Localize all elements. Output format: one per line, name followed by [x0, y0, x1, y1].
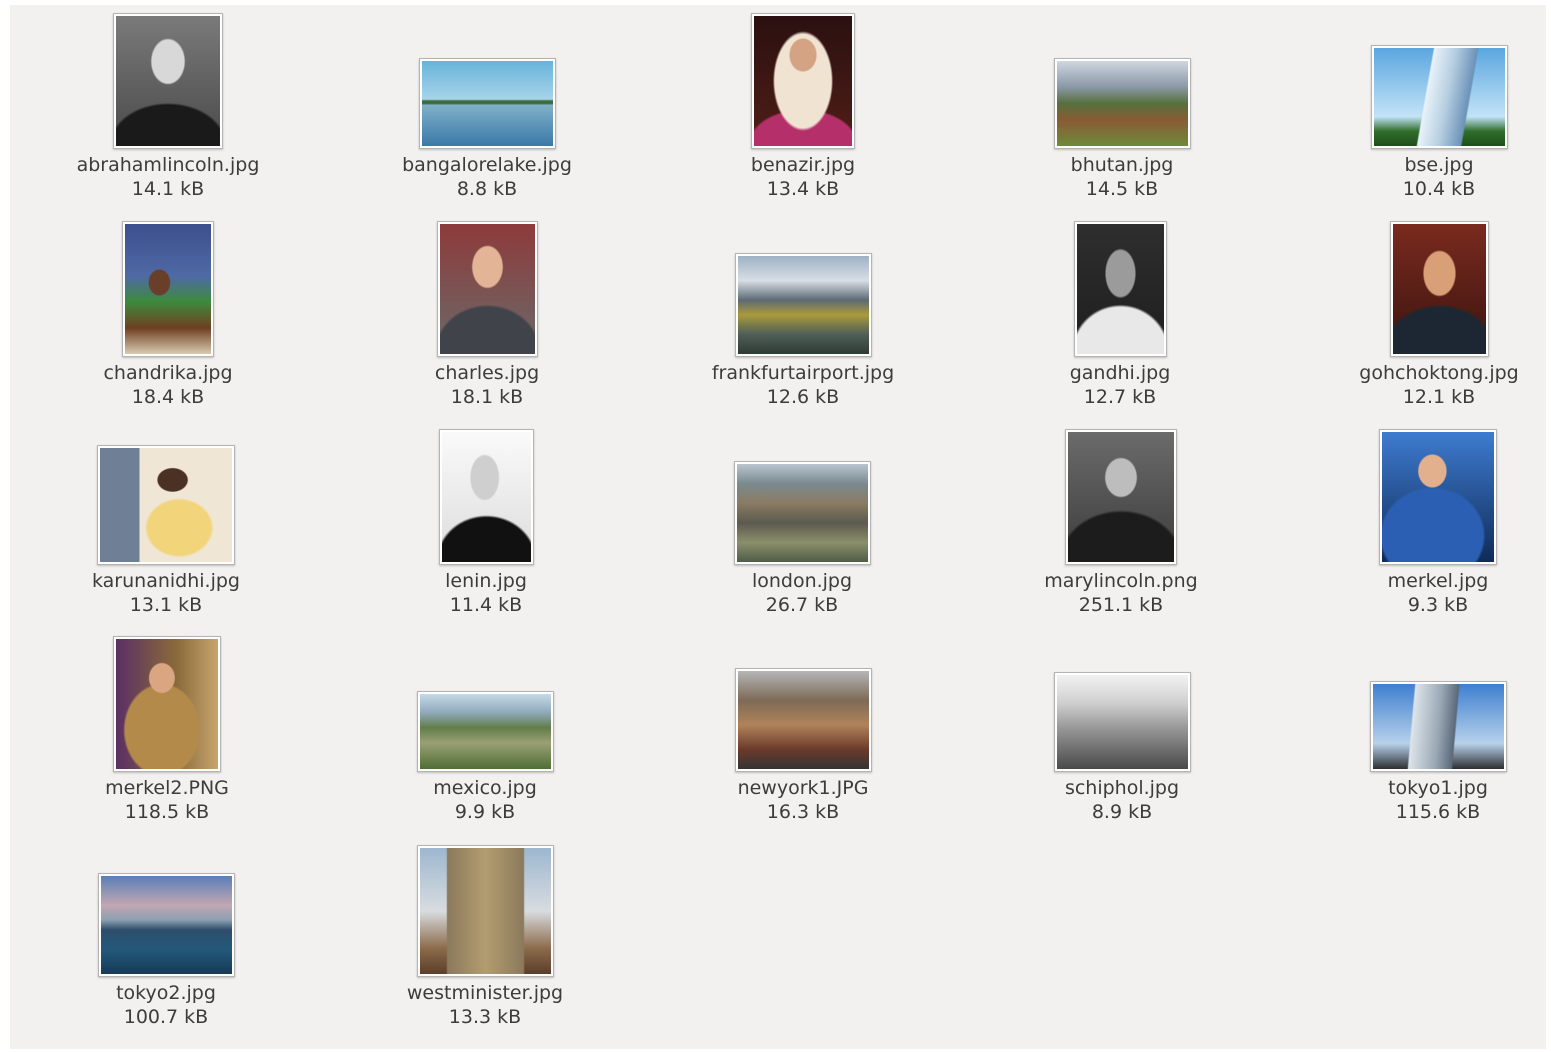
file-item[interactable]: charles.jpg 18.1 kB	[357, 221, 617, 410]
file-item[interactable]: benazir.jpg 13.4 kB	[673, 13, 933, 202]
image-thumbnail-icon	[113, 636, 221, 772]
file-size: 100.7 kB	[123, 1006, 209, 1028]
file-name: tokyo1.jpg	[1388, 777, 1488, 799]
file-size: 18.4 kB	[131, 386, 205, 408]
file-item[interactable]: newyork1.JPG 16.3 kB	[673, 668, 933, 825]
file-name: karunanidhi.jpg	[92, 570, 240, 592]
file-size: 13.4 kB	[766, 178, 840, 200]
file-size: 251.1 kB	[1078, 594, 1164, 616]
file-size: 12.6 kB	[766, 386, 840, 408]
file-name: bse.jpg	[1404, 154, 1474, 176]
file-size: 18.1 kB	[450, 386, 524, 408]
file-item[interactable]: mexico.jpg 9.9 kB	[355, 691, 615, 825]
file-name: lenin.jpg	[445, 570, 527, 592]
image-thumbnail-icon	[113, 13, 223, 149]
file-name: frankfurtairport.jpg	[711, 362, 895, 384]
file-item[interactable]: abrahamlincoln.jpg 14.1 kB	[38, 13, 298, 202]
file-size: 9.3 kB	[1407, 594, 1469, 616]
file-size: 8.8 kB	[456, 178, 518, 200]
image-thumbnail-icon	[1053, 672, 1191, 772]
file-name: abrahamlincoln.jpg	[76, 154, 260, 176]
file-item[interactable]: lenin.jpg 11.4 kB	[356, 429, 616, 618]
file-name: bangalorelake.jpg	[402, 154, 572, 176]
file-size: 16.3 kB	[766, 801, 840, 823]
image-thumbnail-icon	[418, 58, 556, 149]
file-name: merkel2.PNG	[105, 777, 229, 799]
file-name: gohchoktong.jpg	[1359, 362, 1519, 384]
file-item[interactable]: marylincoln.png 251.1 kB	[991, 429, 1251, 618]
file-item[interactable]: gandhi.jpg 12.7 kB	[990, 221, 1250, 410]
image-thumbnail-icon	[97, 873, 235, 977]
file-size: 9.9 kB	[454, 801, 516, 823]
image-thumbnail-icon	[734, 668, 872, 772]
file-size: 13.1 kB	[129, 594, 203, 616]
file-name: newyork1.JPG	[737, 777, 869, 799]
image-thumbnail-icon	[416, 691, 554, 772]
file-size: 8.9 kB	[1091, 801, 1153, 823]
image-thumbnail-icon	[416, 845, 554, 977]
file-name: london.jpg	[751, 570, 853, 592]
image-thumbnail-icon	[1370, 45, 1508, 149]
file-name: merkel.jpg	[1387, 570, 1489, 592]
file-size: 26.7 kB	[765, 594, 839, 616]
image-thumbnail-icon	[1053, 58, 1191, 149]
file-size: 115.6 kB	[1395, 801, 1481, 823]
file-size: 13.3 kB	[448, 1006, 522, 1028]
file-name: gandhi.jpg	[1069, 362, 1171, 384]
file-item[interactable]: tokyo1.jpg 115.6 kB	[1308, 681, 1551, 825]
file-name: benazir.jpg	[750, 154, 856, 176]
image-thumbnail-icon	[751, 13, 855, 149]
image-thumbnail-icon	[1073, 221, 1167, 357]
image-thumbnail-icon	[122, 221, 214, 357]
image-thumbnail-icon	[438, 429, 534, 565]
file-item[interactable]: london.jpg 26.7 kB	[672, 461, 932, 618]
file-name: charles.jpg	[434, 362, 540, 384]
file-name: westminister.jpg	[406, 982, 564, 1004]
file-icon-view[interactable]: abrahamlincoln.jpg 14.1 kB bangalorelake…	[10, 5, 1546, 1049]
file-name: marylincoln.png	[1044, 570, 1198, 592]
file-item[interactable]: gohchoktong.jpg 12.1 kB	[1309, 221, 1551, 410]
image-thumbnail-icon	[1369, 681, 1507, 772]
image-thumbnail-icon	[1379, 429, 1497, 565]
file-size: 12.1 kB	[1402, 386, 1476, 408]
file-name: schiphol.jpg	[1064, 777, 1180, 799]
file-size: 10.4 kB	[1402, 178, 1476, 200]
file-item[interactable]: frankfurtairport.jpg 12.6 kB	[673, 253, 933, 410]
file-size: 14.1 kB	[131, 178, 205, 200]
file-item[interactable]: westminister.jpg 13.3 kB	[355, 845, 615, 1030]
file-item[interactable]: karunanidhi.jpg 13.1 kB	[36, 445, 296, 618]
file-item[interactable]: tokyo2.jpg 100.7 kB	[36, 873, 296, 1030]
file-name: tokyo2.jpg	[116, 982, 216, 1004]
image-thumbnail-icon	[436, 221, 538, 357]
file-item[interactable]: bse.jpg 10.4 kB	[1309, 45, 1551, 202]
file-size: 11.4 kB	[449, 594, 523, 616]
file-item[interactable]: merkel.jpg 9.3 kB	[1308, 429, 1551, 618]
file-size: 12.7 kB	[1083, 386, 1157, 408]
image-thumbnail-icon	[97, 445, 235, 565]
image-thumbnail-icon	[1065, 429, 1177, 565]
file-name: bhutan.jpg	[1070, 154, 1174, 176]
file-size: 14.5 kB	[1085, 178, 1159, 200]
image-thumbnail-icon	[733, 461, 871, 565]
file-item[interactable]: merkel2.PNG 118.5 kB	[37, 636, 297, 825]
file-name: chandrika.jpg	[103, 362, 233, 384]
file-item[interactable]: chandrika.jpg 18.4 kB	[38, 221, 298, 410]
file-item[interactable]: schiphol.jpg 8.9 kB	[992, 672, 1252, 825]
image-thumbnail-icon	[734, 253, 872, 357]
file-size: 118.5 kB	[124, 801, 210, 823]
file-item[interactable]: bhutan.jpg 14.5 kB	[992, 58, 1252, 202]
image-thumbnail-icon	[1389, 221, 1489, 357]
file-item[interactable]: bangalorelake.jpg 8.8 kB	[357, 58, 617, 202]
file-name: mexico.jpg	[433, 777, 537, 799]
